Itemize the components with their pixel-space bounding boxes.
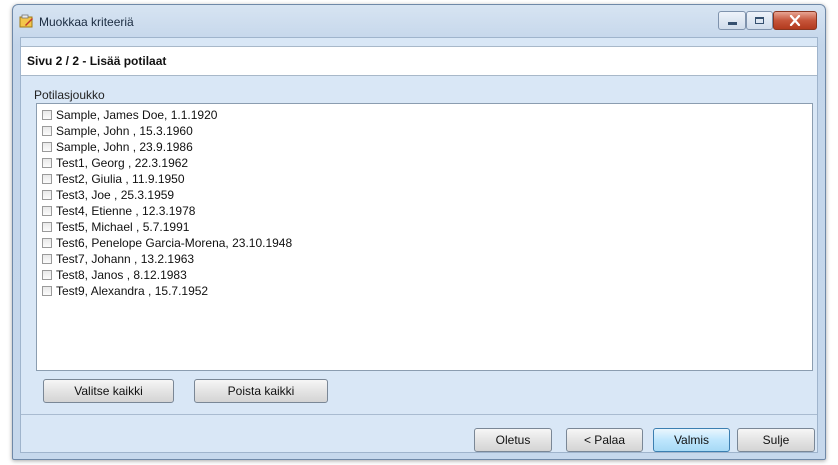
select-all-button[interactable]: Valitse kaikki xyxy=(43,379,174,403)
patient-checkbox[interactable] xyxy=(42,190,52,200)
finish-button[interactable]: Valmis xyxy=(653,428,730,452)
patient-item[interactable]: Test1, Georg , 22.3.1962 xyxy=(42,155,188,171)
window-title: Muokkaa kriteeriä xyxy=(39,15,134,29)
patient-label: Sample, John , 15.3.1960 xyxy=(56,124,193,138)
patient-checkbox[interactable] xyxy=(42,206,52,216)
patient-item[interactable]: Test7, Johann , 13.2.1963 xyxy=(42,251,194,267)
patient-label: Test9, Alexandra , 15.7.1952 xyxy=(56,284,209,298)
patient-item[interactable]: Test2, Giulia , 11.9.1950 xyxy=(42,171,185,187)
patient-item[interactable]: Test3, Joe , 25.3.1959 xyxy=(42,187,174,203)
patient-label: Test4, Etienne , 12.3.1978 xyxy=(56,204,196,218)
patient-item[interactable]: Sample, John , 15.3.1960 xyxy=(42,123,193,139)
patient-label: Test5, Michael , 5.7.1991 xyxy=(56,220,190,234)
patient-checkbox[interactable] xyxy=(42,110,52,120)
patient-item[interactable]: Test4, Etienne , 12.3.1978 xyxy=(42,203,195,219)
patient-checkbox[interactable] xyxy=(42,270,52,280)
page-title: Sivu 2 / 2 - Lisää potilaat xyxy=(27,54,167,68)
patient-label: Test8, Janos , 8.12.1983 xyxy=(56,268,187,282)
patient-label: Test1, Georg , 22.3.1962 xyxy=(56,156,189,170)
patient-checkbox[interactable] xyxy=(42,142,52,152)
maximize-icon xyxy=(755,17,764,24)
minimize-icon xyxy=(727,22,737,25)
patient-checkbox[interactable] xyxy=(42,254,52,264)
patient-item[interactable]: Test6, Penelope Garcia-Morena, 23.10.194… xyxy=(42,235,292,251)
patient-item[interactable]: Sample, John , 23.9.1986 xyxy=(42,139,193,155)
patient-group-label: Potilasjoukko xyxy=(34,88,105,102)
patient-checkbox[interactable] xyxy=(42,238,52,248)
close-icon xyxy=(789,15,801,26)
patient-item[interactable]: Test8, Janos , 8.12.1983 xyxy=(42,267,187,283)
patient-label: Test3, Joe , 25.3.1959 xyxy=(56,188,175,202)
patient-label: Sample, John , 23.9.1986 xyxy=(56,140,193,154)
patient-checkbox[interactable] xyxy=(42,126,52,136)
patient-item[interactable]: Sample, James Doe, 1.1.1920 xyxy=(42,107,217,123)
patient-checkbox[interactable] xyxy=(42,286,52,296)
patient-item[interactable]: Test5, Michael , 5.7.1991 xyxy=(42,219,189,235)
footer-separator xyxy=(21,414,817,415)
patient-list[interactable]: Sample, James Doe, 1.1.1920 Sample, John… xyxy=(36,103,813,371)
back-button[interactable]: < Palaa xyxy=(566,428,643,452)
patient-checkbox[interactable] xyxy=(42,158,52,168)
default-button[interactable]: Oletus xyxy=(474,428,552,452)
title-bar[interactable]: Muokkaa kriteeriä xyxy=(13,5,825,37)
dialog-content: Sivu 2 / 2 - Lisää potilaat Potilasjoukk… xyxy=(20,37,818,453)
patient-label: Test6, Penelope Garcia-Morena, 23.10.194… xyxy=(56,236,293,250)
patient-label: Test2, Giulia , 11.9.1950 xyxy=(56,172,185,186)
close-button[interactable]: Sulje xyxy=(737,428,815,452)
patient-label: Test7, Johann , 13.2.1963 xyxy=(56,252,195,266)
minimize-button[interactable] xyxy=(718,11,746,30)
page-header: Sivu 2 / 2 - Lisää potilaat xyxy=(21,46,817,76)
patient-label: Sample, James Doe, 1.1.1920 xyxy=(56,108,218,122)
close-window-button[interactable] xyxy=(773,11,817,30)
patient-checkbox[interactable] xyxy=(42,174,52,184)
clear-all-button[interactable]: Poista kaikki xyxy=(194,379,328,403)
patient-checkbox[interactable] xyxy=(42,222,52,232)
patient-item[interactable]: Test9, Alexandra , 15.7.1952 xyxy=(42,283,208,299)
dialog-window: Muokkaa kriteeriä Sivu 2 / 2 - Lisää pot… xyxy=(12,4,826,460)
app-icon xyxy=(19,14,33,28)
maximize-button[interactable] xyxy=(746,11,773,30)
